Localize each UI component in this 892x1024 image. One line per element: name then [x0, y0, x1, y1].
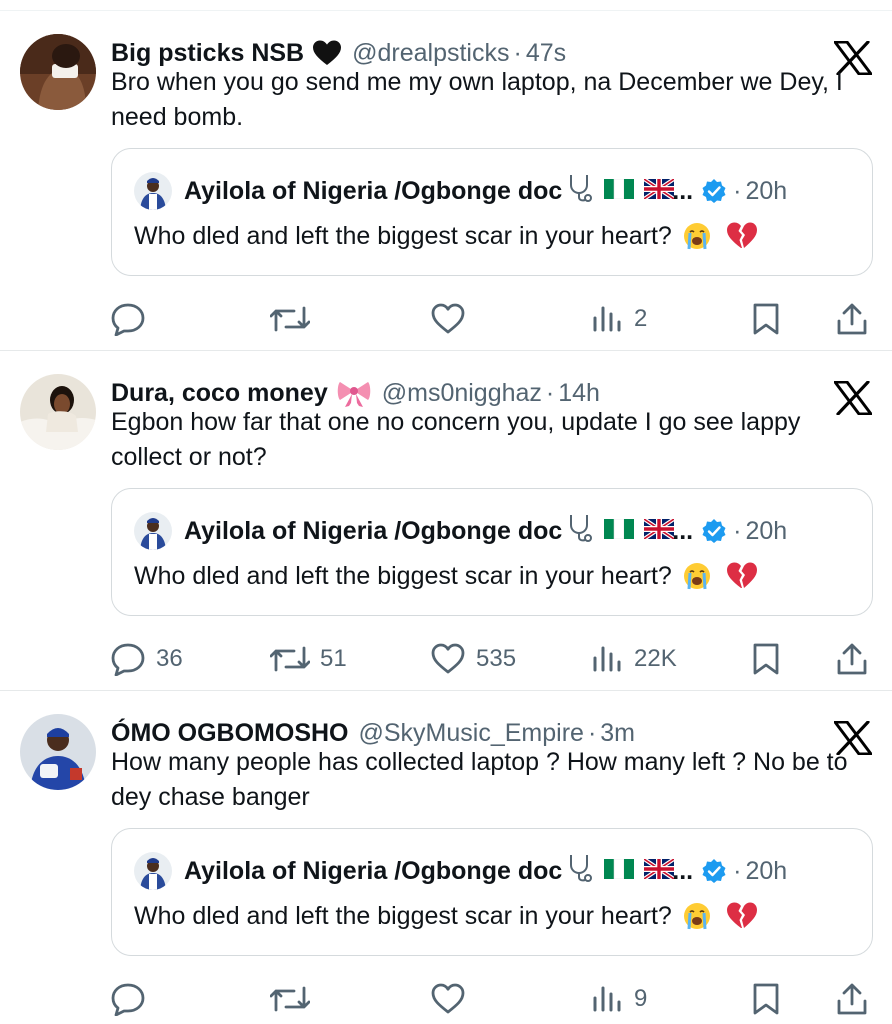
avatar[interactable] [20, 34, 96, 110]
repost-count: 51 [320, 645, 347, 672]
bookmark-button[interactable] [752, 641, 780, 677]
handle[interactable]: @ms0nigghaz [382, 379, 542, 408]
quoted-tweet[interactable]: Ayilola of Nigeria /Ogbonge doc ... · 20… [111, 488, 873, 616]
repost-button[interactable] [270, 981, 320, 1017]
display-name[interactable]: ÓMO OGBOMOSHO [111, 719, 349, 748]
nigeria-flag-icon [604, 177, 635, 206]
separator-dot: · [513, 38, 522, 67]
timestamp[interactable]: 14h [558, 379, 600, 408]
uk-flag-icon [643, 176, 676, 206]
quoted-avatar [134, 172, 172, 210]
loudly-crying-face-icon [682, 901, 712, 931]
like-button[interactable] [430, 301, 476, 337]
like-button[interactable] [430, 981, 476, 1017]
quoted-text: Who dled and left the biggest scar in yo… [134, 901, 672, 930]
verified-badge-icon [701, 518, 727, 544]
action-bar: 36 51 535 22K [0, 631, 892, 687]
black-heart-icon [312, 39, 342, 67]
quoted-tweet[interactable]: Ayilola of Nigeria /Ogbonge doc ... · 20… [111, 828, 873, 956]
quoted-display-name[interactable]: Ayilola of Nigeria /Ogbonge doc [184, 177, 562, 206]
separator-dot: · [733, 176, 742, 205]
tweet-text: Bro when you go send me my own laptop, n… [111, 68, 843, 131]
quoted-tweet-header: Ayilola of Nigeria /Ogbonge doc ... · 20… [134, 171, 787, 211]
timestamp[interactable]: 3m [600, 719, 635, 748]
quoted-display-name[interactable]: Ayilola of Nigeria /Ogbonge doc [184, 857, 562, 886]
bookmark-button[interactable] [752, 981, 780, 1017]
timestamp[interactable]: 47s [526, 39, 566, 68]
name-truncation: ... [672, 176, 694, 205]
share-button[interactable] [836, 981, 868, 1017]
quoted-text-row: Who dled and left the biggest scar in yo… [134, 561, 758, 591]
quoted-tweet-header: Ayilola of Nigeria /Ogbonge doc ... · 20… [134, 511, 787, 551]
views-button[interactable]: 9 [592, 981, 647, 1017]
stethoscope-icon [566, 853, 594, 890]
display-name[interactable]: Dura, coco money [111, 379, 328, 408]
bookmark-button[interactable] [752, 301, 780, 337]
separator-dot: · [733, 516, 742, 545]
separator-dot: · [545, 378, 555, 407]
quoted-timestamp[interactable]: 20h [745, 857, 787, 886]
loudly-crying-face-icon [682, 221, 712, 251]
share-button[interactable] [836, 301, 868, 337]
views-count: 22K [634, 645, 677, 672]
broken-heart-icon [726, 561, 758, 591]
quoted-avatar [134, 852, 172, 890]
share-button[interactable] [836, 641, 868, 677]
repost-button[interactable] [270, 301, 320, 337]
like-count: 535 [476, 645, 517, 672]
broken-heart-icon [726, 901, 758, 931]
reply-button[interactable]: 36 [110, 641, 183, 677]
quoted-avatar [134, 512, 172, 550]
stethoscope-icon [566, 173, 594, 210]
verified-badge-icon [701, 178, 727, 204]
quoted-text-row: Who dled and left the biggest scar in yo… [134, 221, 758, 251]
quoted-tweet[interactable]: Ayilola of Nigeria /Ogbonge doc ... · 20… [111, 148, 873, 276]
views-button[interactable]: 22K [592, 641, 677, 677]
quoted-text: Who dled and left the biggest scar in yo… [134, 221, 672, 250]
quoted-tweet-header: Ayilola of Nigeria /Ogbonge doc ... · 20… [134, 851, 787, 891]
display-name[interactable]: Big psticks NSB [111, 39, 304, 68]
separator-dot: · [733, 856, 742, 885]
quoted-timestamp[interactable]: 20h [745, 517, 787, 546]
views-count: 2 [634, 305, 648, 332]
avatar[interactable] [20, 714, 96, 790]
avatar[interactable] [20, 374, 96, 450]
quoted-timestamp[interactable]: 20h [745, 177, 787, 206]
action-bar: 9 [0, 971, 892, 1024]
separator-dot: · [587, 718, 597, 747]
action-bar: 2 [0, 291, 892, 347]
uk-flag-icon [643, 856, 676, 886]
tweet-card[interactable]: ÓMO OGBOMOSHO @SkyMusic_Empire · 3m How … [0, 690, 892, 1024]
broken-heart-icon [726, 221, 758, 251]
reply-count: 36 [156, 645, 183, 672]
repost-button[interactable]: 51 [270, 641, 347, 677]
views-button[interactable]: 2 [592, 301, 647, 337]
tweet-card[interactable]: Big psticks NSB @drealpsticks · 47s Bro … [0, 11, 892, 351]
quoted-text-row: Who dled and left the biggest scar in yo… [134, 901, 758, 931]
verified-badge-icon [701, 858, 727, 884]
tweet-text: How many people has collected laptop ? H… [111, 748, 848, 811]
tweet-card[interactable]: Dura, coco money @ms0nigghaz · 14h Egbon… [0, 350, 892, 690]
quoted-display-name[interactable]: Ayilola of Nigeria /Ogbonge doc [184, 517, 562, 546]
nigeria-flag-icon [604, 857, 635, 886]
handle[interactable]: @SkyMusic_Empire [359, 719, 584, 748]
tweet-text: Egbon how far that one no concern you, u… [111, 408, 801, 471]
stethoscope-icon [566, 513, 594, 550]
nigeria-flag-icon [604, 517, 635, 546]
views-count: 9 [634, 985, 648, 1012]
like-button[interactable]: 535 [430, 641, 516, 677]
reply-button[interactable] [110, 301, 156, 337]
name-truncation: ... [672, 516, 694, 545]
uk-flag-icon [643, 516, 676, 546]
handle[interactable]: @drealpsticks [352, 39, 509, 68]
reply-button[interactable] [110, 981, 156, 1017]
name-truncation: ... [672, 856, 694, 885]
loudly-crying-face-icon [682, 561, 712, 591]
ribbon-icon [336, 378, 372, 408]
quoted-text: Who dled and left the biggest scar in yo… [134, 561, 672, 590]
